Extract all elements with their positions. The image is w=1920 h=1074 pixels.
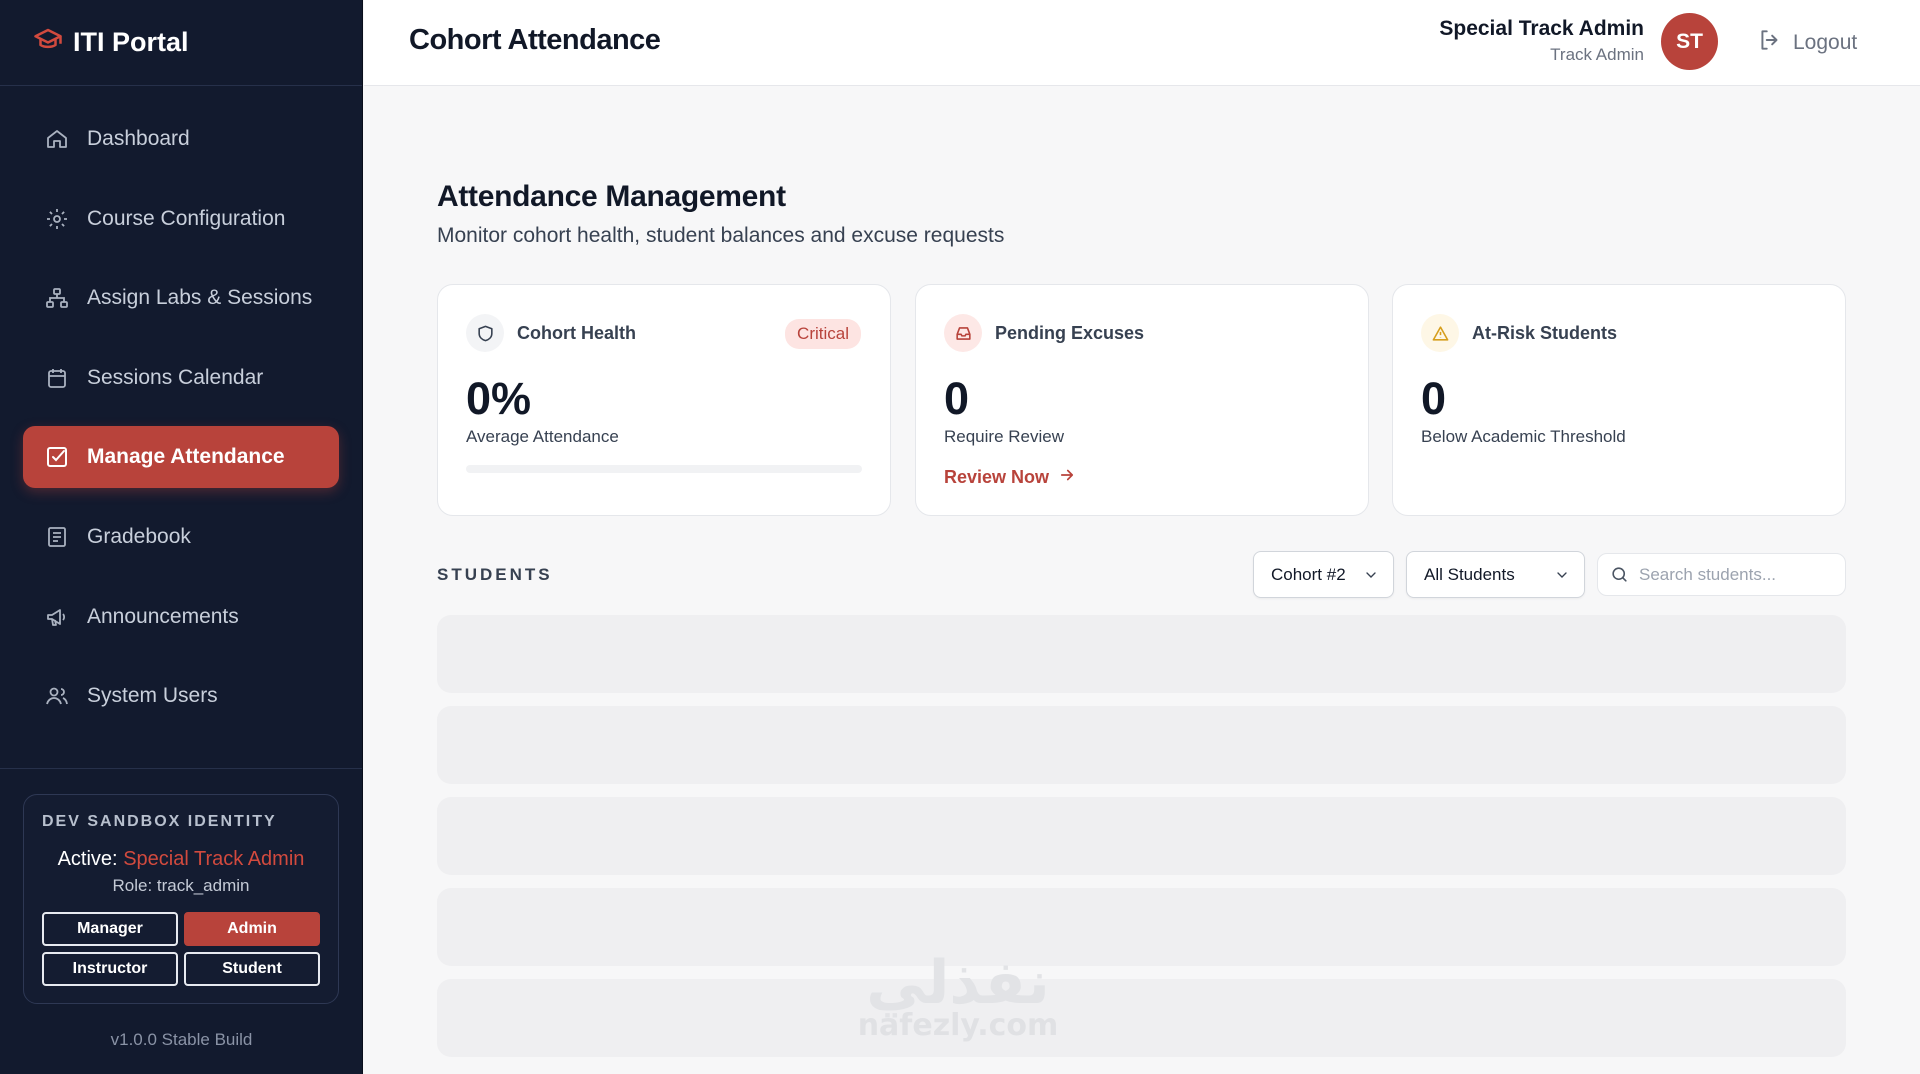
sidebar-item-label: Dashboard	[87, 127, 190, 150]
topbar: Cohort Attendance Special Track Admin Tr…	[364, 0, 1920, 86]
review-now-link[interactable]: Review Now	[944, 466, 1076, 489]
sidebar-item-label: System Users	[87, 684, 218, 708]
home-icon	[44, 126, 70, 152]
section-subheading: Monitor cohort health, student balances …	[437, 224, 1005, 247]
watermark-latin: nafezly.com	[857, 1008, 1059, 1043]
loading-skeleton-row	[437, 706, 1846, 784]
role-manager-button[interactable]: Manager	[42, 912, 178, 946]
section-heading: Attendance Management	[437, 180, 786, 213]
at-risk-students-card: At-Risk Students 0 Below Academic Thresh…	[1392, 284, 1846, 516]
avatar[interactable]: ST	[1661, 13, 1718, 70]
gear-icon	[44, 206, 70, 232]
card-value: 0	[944, 373, 970, 424]
review-now-label: Review Now	[944, 467, 1050, 487]
sidebar-item-label: Course Configuration	[87, 206, 286, 230]
sidebar-item-dashboard[interactable]: Dashboard	[23, 108, 339, 170]
checkbox-icon	[44, 444, 70, 470]
sidebar-item-assign-labs[interactable]: Assign Labs & Sessions	[23, 267, 339, 329]
sandbox-active-name: Special Track Admin	[123, 848, 305, 870]
sidebar-item-label: Sessions Calendar	[87, 365, 264, 389]
graduation-cap-icon	[33, 25, 63, 60]
sandbox-active-prefix: Active:	[57, 848, 118, 870]
sidebar-item-gradebook[interactable]: Gradebook	[23, 506, 339, 568]
card-header: Pending Excuses	[944, 314, 1144, 352]
card-caption: Below Academic Threshold	[1421, 427, 1626, 446]
brand-name: ITI Portal	[73, 27, 189, 57]
search-icon	[1612, 567, 1627, 582]
arrow-right-icon	[1049, 466, 1076, 489]
sidebar-item-label: Manage Attendance	[87, 445, 285, 469]
pending-excuses-card: Pending Excuses 0 Require Review Review …	[915, 284, 1369, 516]
cohort-select-value: Cohort #2	[1271, 564, 1346, 584]
loading-skeleton-row	[437, 615, 1846, 693]
warning-icon	[1421, 314, 1459, 352]
sidebar-item-label: Gradebook	[87, 524, 191, 548]
search-input[interactable]	[1639, 564, 1829, 585]
logout-icon	[1757, 27, 1793, 59]
loading-skeleton-row	[437, 797, 1846, 875]
card-value: 0%	[466, 373, 532, 424]
version-label: v1.0.0 Stable Build	[110, 1030, 253, 1049]
cohort-health-card: Cohort Health Critical 0% Average Attend…	[437, 284, 891, 516]
role-admin-button[interactable]: Admin	[184, 912, 320, 946]
sidebar-item-system-users[interactable]: System Users	[23, 665, 339, 727]
student-search	[1597, 553, 1846, 596]
sidebar-item-sessions-calendar[interactable]: Sessions Calendar	[23, 347, 339, 409]
logout-label: Logout	[1793, 31, 1858, 54]
dev-sandbox-panel: DEV SANDBOX IDENTITY Active: Special Tra…	[23, 794, 339, 1004]
sidebar-item-manage-attendance[interactable]: Manage Attendance	[23, 426, 339, 489]
sidebar-divider	[0, 768, 362, 769]
chevron-down-icon	[1366, 571, 1376, 578]
hierarchy-icon	[44, 285, 70, 311]
loading-skeleton-row	[437, 888, 1846, 966]
megaphone-icon	[44, 604, 70, 630]
sandbox-title: DEV SANDBOX IDENTITY	[42, 813, 277, 830]
shield-icon	[466, 314, 504, 352]
calendar-icon	[44, 365, 70, 391]
role-student-button[interactable]: Student	[184, 952, 320, 986]
users-icon	[44, 683, 70, 709]
sidebar-nav: Dashboard Course Configuration Assign La…	[0, 86, 362, 727]
inbox-icon	[944, 314, 982, 352]
watermark: نفذلي nafezly.com	[848, 950, 1068, 1043]
attendance-progress-bar	[466, 465, 862, 473]
sidebar-item-label: Announcements	[87, 604, 239, 628]
card-header: At-Risk Students	[1421, 314, 1617, 352]
students-section-label: STUDENTS	[437, 565, 553, 584]
card-label: Pending Excuses	[995, 322, 1145, 343]
sidebar: ITI Portal Dashboard Course Configuratio…	[0, 0, 363, 1074]
watermark-arabic: نفذلي	[866, 948, 1050, 1018]
user-role: Track Admin	[1550, 45, 1644, 64]
brand[interactable]: ITI Portal	[0, 0, 362, 86]
book-icon	[44, 524, 70, 550]
sandbox-active-identity: Active: Special Track Admin	[42, 848, 320, 871]
card-header: Cohort Health	[466, 314, 636, 352]
card-label: Cohort Health	[517, 322, 636, 343]
status-badge: Critical	[785, 319, 861, 349]
role-switcher: Manager Admin Instructor Student	[42, 912, 320, 986]
card-label: At-Risk Students	[1472, 322, 1618, 343]
card-caption: Require Review	[944, 427, 1064, 446]
chevron-down-icon	[1557, 571, 1567, 578]
card-caption: Average Attendance	[466, 427, 619, 446]
role-instructor-button[interactable]: Instructor	[42, 952, 178, 986]
sidebar-item-announcements[interactable]: Announcements	[23, 586, 339, 648]
sidebar-item-label: Assign Labs & Sessions	[87, 286, 313, 310]
student-filter-value: All Students	[1424, 564, 1515, 584]
sandbox-role: Role: track_admin	[112, 876, 250, 895]
cohort-select[interactable]: Cohort #2	[1253, 551, 1394, 598]
user-info: Special Track Admin Track Admin	[1439, 17, 1644, 65]
card-value: 0	[1421, 373, 1447, 424]
page-title: Cohort Attendance	[409, 24, 661, 56]
student-filter-select[interactable]: All Students	[1406, 551, 1585, 598]
user-name: Special Track Admin	[1439, 17, 1644, 40]
logout-button[interactable]: Logout	[1757, 27, 1857, 59]
sidebar-item-course-configuration[interactable]: Course Configuration	[23, 188, 339, 250]
loading-skeleton-row	[437, 979, 1846, 1057]
